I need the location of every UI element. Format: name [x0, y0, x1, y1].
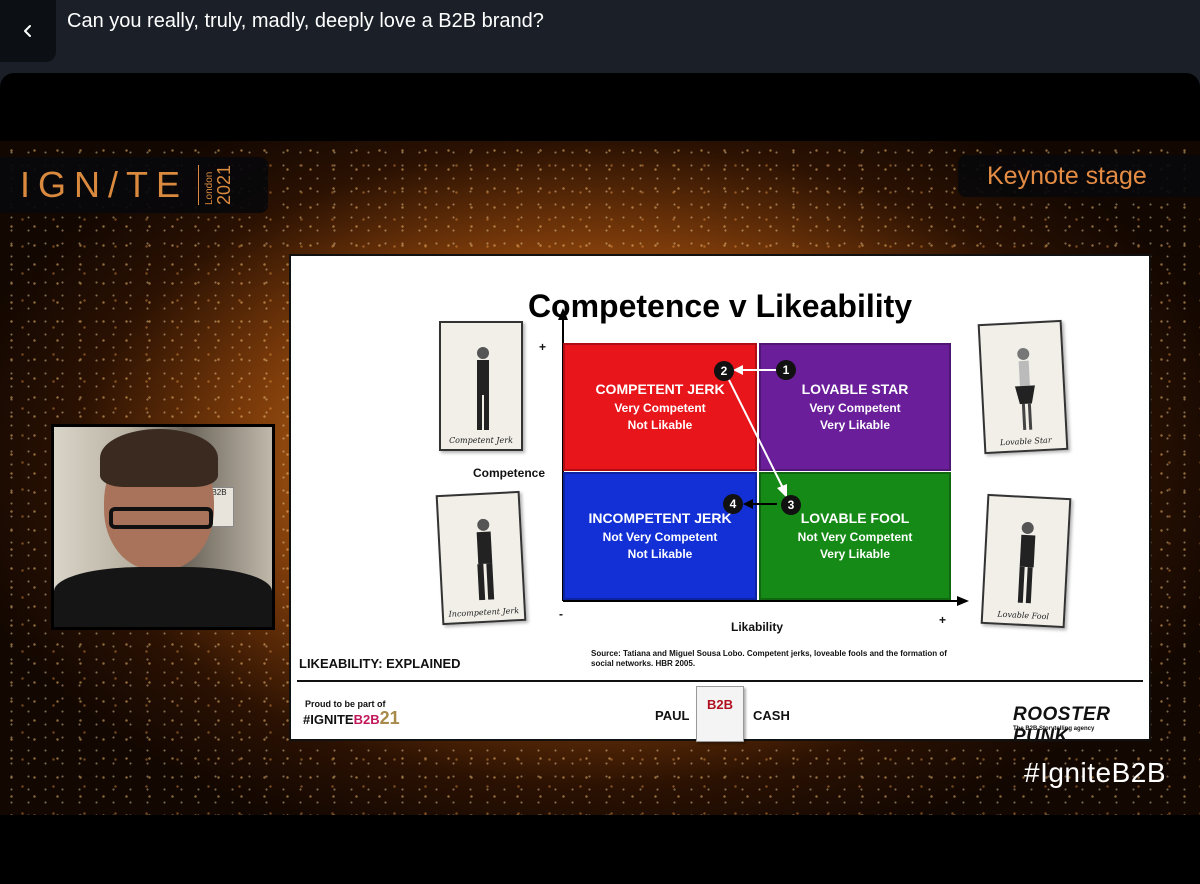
step-marker: 2 — [714, 361, 734, 381]
logo-divider — [198, 165, 200, 205]
book-cover: B2B — [696, 686, 744, 742]
ignite-logo: IGN/TE London 2021 — [0, 157, 268, 213]
speaker-shirt — [54, 567, 272, 627]
x-axis-minus: - — [559, 607, 563, 621]
step-marker: 4 — [723, 494, 743, 514]
author-last-name: CASH — [753, 708, 790, 723]
tag-part: 21 — [379, 708, 400, 728]
agency-tagline: The B2B Storytelling agency — [1013, 726, 1095, 732]
page-title: Can you really, truly, madly, deeply lov… — [67, 10, 544, 32]
stage-label: Keynote stage — [958, 155, 1200, 197]
author-first-name: PAUL — [655, 708, 690, 723]
step-marker: 1 — [776, 360, 796, 380]
video-bottom-bar — [0, 815, 1200, 884]
slide-footer-label: LIKEABILITY: EXPLAINED — [299, 656, 461, 671]
presentation-slide: Competence v Likeability Competent Jerk … — [289, 254, 1151, 747]
speaker-webcam: B2B — [51, 424, 275, 630]
tag-part: #IGNITE — [303, 712, 354, 727]
event-hashtag: #IgniteB2B — [1024, 757, 1166, 788]
tag-part: B2B — [353, 712, 380, 727]
video-player[interactable]: IGN/TE London 2021 Keynote stage B2B Com… — [0, 73, 1200, 884]
top-bar: Can you really, truly, madly, deeply lov… — [0, 0, 1200, 72]
x-axis-label: Likability — [731, 620, 784, 634]
step-marker: 3 — [781, 495, 801, 515]
event-year: 2021 — [214, 164, 235, 206]
slide-divider — [297, 680, 1143, 682]
y-axis-label: Competence — [473, 466, 546, 480]
ignite-brand: IGN/TE — [20, 164, 189, 205]
back-button[interactable] — [0, 0, 56, 62]
source-citation: Source: Tatiana and Miguel Sousa Lobo. C… — [591, 649, 947, 669]
chevron-left-icon — [24, 25, 31, 37]
event-location-year: London 2021 — [204, 164, 235, 206]
x-axis-plus: + — [939, 613, 947, 627]
speaker-hair — [100, 429, 218, 487]
ignite-hashtag-logo: #IGNITEB2B21 — [303, 708, 400, 729]
webcam-feed: B2B — [54, 427, 272, 627]
y-axis-plus: + — [539, 340, 547, 354]
stage-background: IGN/TE London 2021 Keynote stage B2B Com… — [0, 141, 1200, 815]
speaker-glasses — [109, 507, 213, 529]
